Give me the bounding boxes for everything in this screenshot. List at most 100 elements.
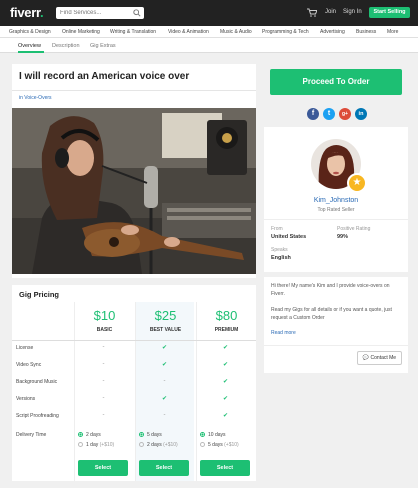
facebook-icon[interactable]: f — [307, 108, 319, 120]
from-label: From — [271, 226, 283, 232]
gig-title: I will record an American voice over — [19, 71, 190, 82]
about-seller-card: Hi there! My name's Kim and I provide vo… — [264, 277, 408, 373]
category-advertising[interactable]: Advertising — [320, 29, 345, 35]
check-icon: ✔ — [222, 413, 229, 419]
package-name: PREMIUM — [214, 327, 239, 333]
category-bar: Graphics & Design Online Marketing Writi… — [0, 26, 418, 38]
seller-card: ★ Kim_Johnston Top Rated Seller From Uni… — [264, 127, 408, 272]
category-business[interactable]: Business — [356, 29, 376, 35]
check-icon: ✔ — [161, 345, 168, 351]
about-text: Read my Gigs for all details or if you w… — [271, 307, 392, 321]
gig-pricing-table: Gig Pricing $10 BASIC $25 BEST VALUE $80… — [12, 285, 256, 481]
check-icon: ✔ — [161, 362, 168, 368]
radio-icon — [139, 442, 144, 447]
delivery-option[interactable]: 2 days — [78, 432, 101, 438]
delivery-option[interactable]: 5 days (+$10) — [200, 442, 239, 448]
delivery-extra-price: (+$10) — [163, 442, 178, 448]
search-box — [56, 7, 144, 19]
top-navbar: fiverr. Join Sign In Start Selling — [0, 0, 418, 26]
divider — [12, 90, 256, 91]
delivery-option[interactable]: 10 days — [200, 432, 226, 438]
fiverr-logo[interactable]: fiverr. — [10, 5, 44, 20]
feature-label: Video Sync — [16, 362, 42, 368]
check-icon: ✔ — [161, 396, 168, 402]
gig-tabs: Overview Description Gig Extras — [0, 38, 418, 53]
package-price: $10 — [93, 308, 116, 323]
contact-me-button[interactable]: 💬 Contact Me — [357, 351, 402, 365]
category-graphics-design[interactable]: Graphics & Design — [9, 29, 51, 35]
check-icon: ✔ — [222, 362, 229, 368]
logo-text: fiverr — [10, 5, 41, 20]
check-icon: ✔ — [222, 379, 229, 385]
delivery-option[interactable]: 2 days (+$10) — [139, 442, 178, 448]
top-rated-star-icon: ★ — [347, 173, 367, 193]
radio-icon — [78, 442, 83, 447]
category-online-marketing[interactable]: Online Marketing — [62, 29, 100, 35]
feature-dash: - — [102, 395, 105, 401]
rating-value: 99% — [337, 234, 349, 240]
category-video-animation[interactable]: Video & Animation — [168, 29, 209, 35]
divider — [264, 345, 408, 346]
package-price: $80 — [215, 308, 238, 323]
from-value: United States — [271, 234, 307, 240]
contact-label: Contact Me — [370, 355, 397, 361]
breadcrumb[interactable]: in Voice-Overs — [19, 95, 52, 101]
active-tab-indicator — [18, 51, 44, 53]
start-selling-button[interactable]: Start Selling — [369, 7, 410, 18]
check-icon: ✔ — [222, 396, 229, 402]
speaks-value: English — [271, 255, 291, 261]
package-column-basic: $10 BASIC — [74, 302, 133, 481]
select-premium-button[interactable]: Select — [200, 460, 250, 476]
tab-description[interactable]: Description — [52, 43, 80, 49]
select-best-value-button[interactable]: Select — [139, 460, 189, 476]
select-basic-button[interactable]: Select — [78, 460, 128, 476]
join-link[interactable]: Join — [325, 9, 336, 15]
delivery-option[interactable]: 5 days — [139, 432, 162, 438]
delivery-days: 10 days — [208, 432, 226, 438]
feature-dash: - — [102, 344, 105, 350]
twitter-icon[interactable]: t — [323, 108, 335, 120]
divider — [264, 219, 408, 220]
feature-dash: - — [102, 378, 105, 384]
pricing-title: Gig Pricing — [19, 290, 60, 299]
google-plus-icon[interactable]: g+ — [339, 108, 351, 120]
package-column-best-value: $25 BEST VALUE — [135, 302, 194, 481]
delivery-days: 1 day — [86, 442, 99, 448]
category-more[interactable]: More — [387, 29, 398, 35]
radio-selected-icon — [200, 432, 205, 437]
feature-label: Script Proofreading — [16, 413, 59, 419]
check-icon: ✔ — [222, 345, 229, 351]
sign-in-link[interactable]: Sign In — [343, 9, 362, 15]
feature-dash: - — [102, 412, 105, 418]
package-column-premium: $80 PREMIUM — [196, 302, 255, 481]
delivery-label: Delivery Time — [16, 432, 47, 438]
feature-dash: - — [163, 412, 166, 418]
delivery-days: 2 days — [147, 442, 162, 448]
tab-gig-extras[interactable]: Gig Extras — [90, 43, 116, 49]
feature-dash: - — [163, 378, 166, 384]
rating-label: Positive Rating — [337, 226, 371, 232]
proceed-to-order-button[interactable]: Proceed To Order — [270, 69, 402, 95]
search-icon[interactable] — [133, 9, 141, 17]
feature-dash: - — [102, 361, 105, 367]
delivery-days: 5 days — [208, 442, 223, 448]
read-more-link[interactable]: Read more — [271, 330, 296, 336]
speaks-label: Speaks — [271, 247, 288, 253]
linkedin-icon[interactable]: in — [355, 108, 367, 120]
seller-name[interactable]: Kim_Johnston — [264, 197, 408, 204]
search-input[interactable] — [56, 7, 128, 19]
delivery-extra-price: (+$10) — [224, 442, 239, 448]
logo-dot: . — [40, 5, 44, 20]
cart-icon[interactable] — [307, 8, 317, 17]
category-writing-translation[interactable]: Writing & Translation — [110, 29, 156, 35]
package-price: $25 — [154, 308, 177, 323]
seller-level: Top Rated Seller — [317, 207, 355, 213]
tab-overview[interactable]: Overview — [18, 43, 41, 49]
radio-selected-icon — [139, 432, 144, 437]
gig-card: I will record an American voice over in … — [12, 64, 256, 278]
gig-image[interactable] — [12, 108, 256, 274]
category-programming-tech[interactable]: Programming & Tech — [262, 29, 309, 35]
category-music-audio[interactable]: Music & Audio — [220, 29, 252, 35]
delivery-option[interactable]: 1 day (+$10) — [78, 442, 114, 448]
feature-label: Versions — [16, 396, 36, 402]
